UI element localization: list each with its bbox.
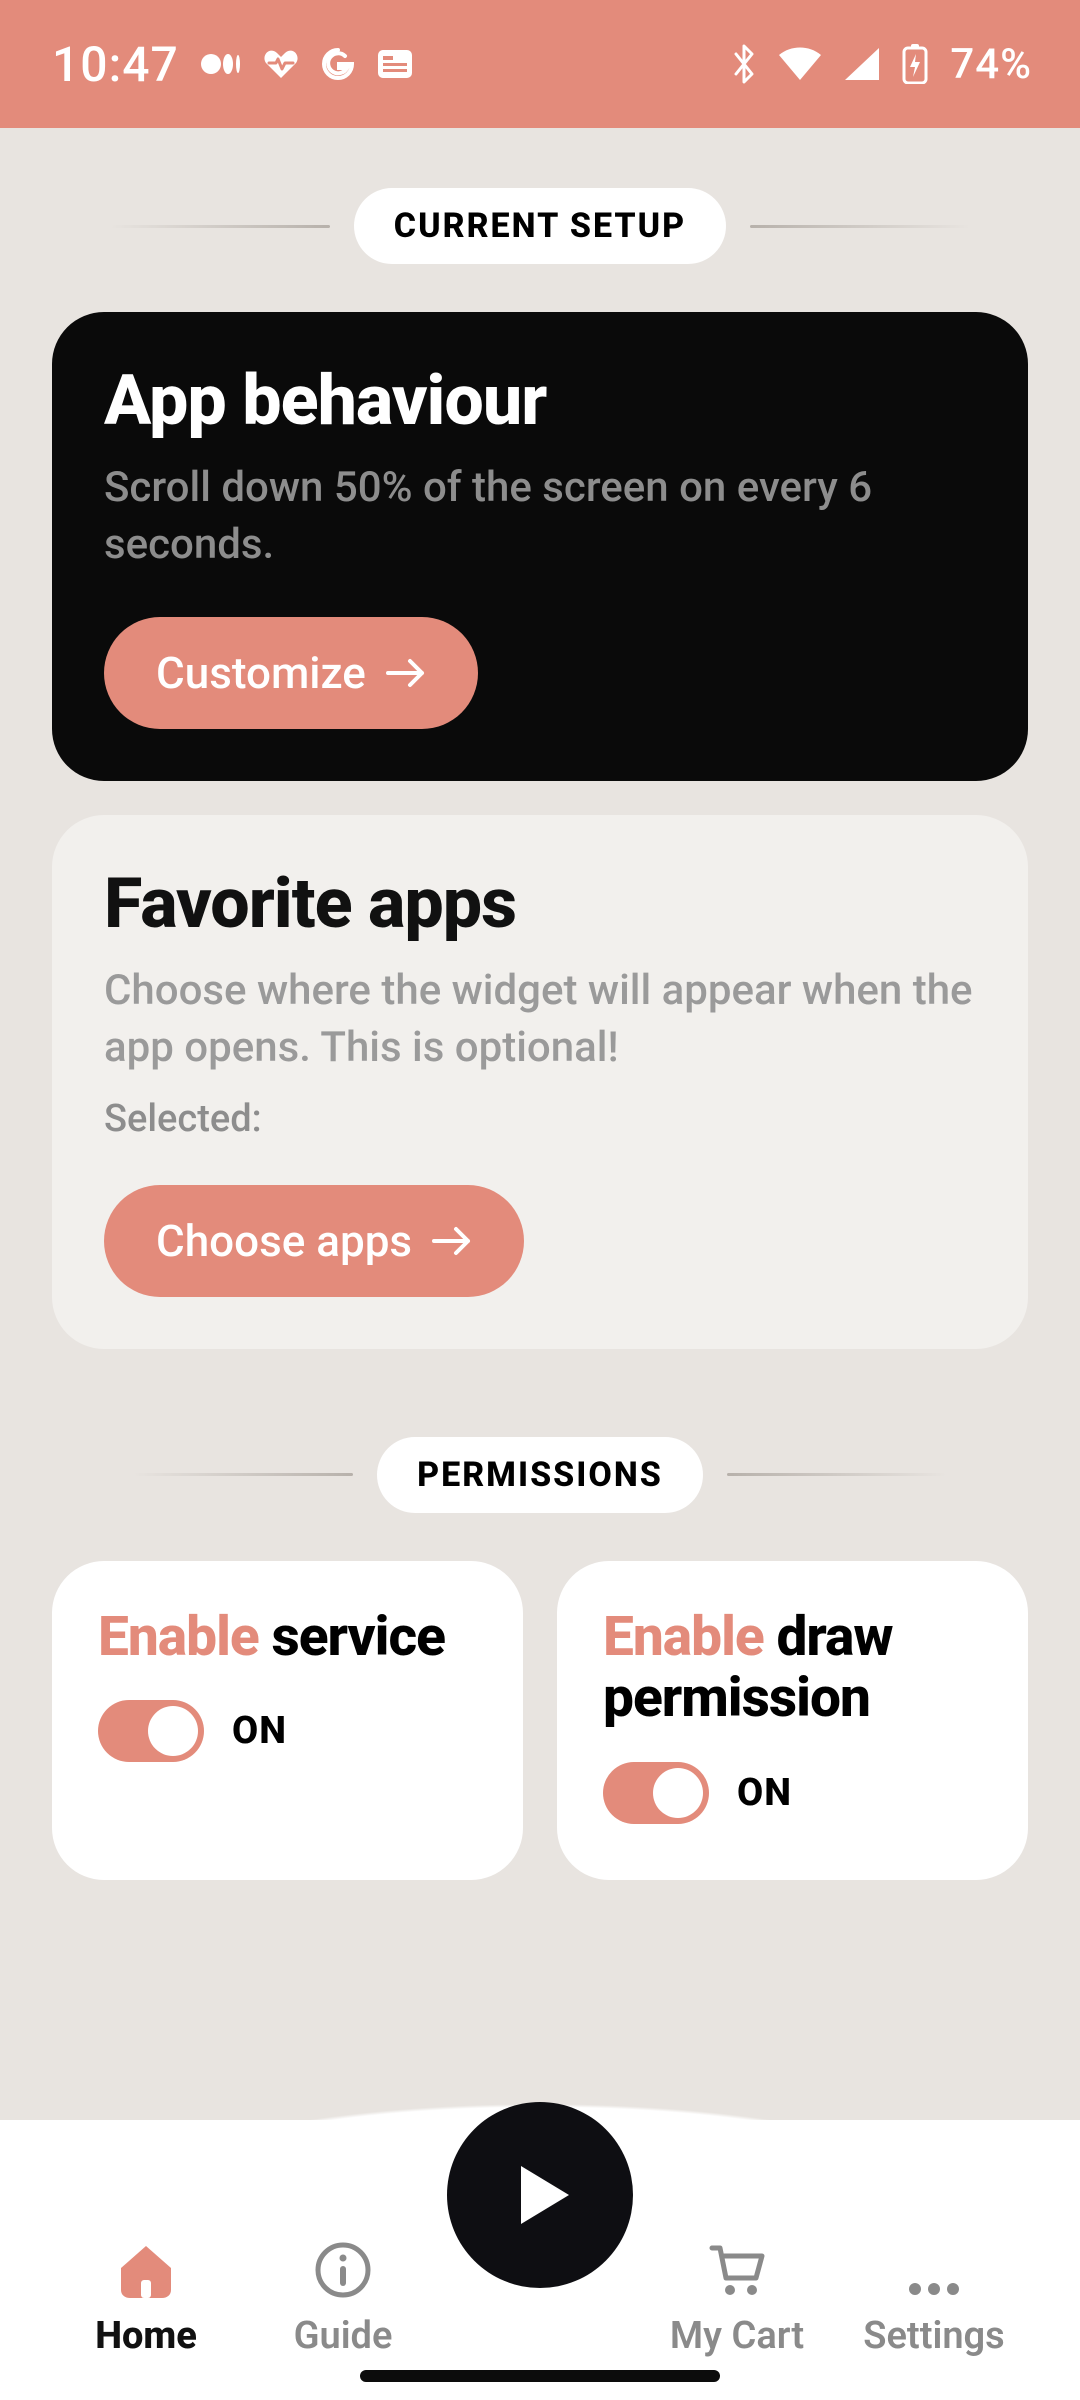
enable-draw-state: ON xyxy=(737,1771,792,1815)
section-label: PERMISSIONS xyxy=(377,1437,703,1513)
play-fab[interactable] xyxy=(447,2102,633,2288)
arrow-right-icon xyxy=(432,1226,472,1256)
bottom-navigation: Home Guide My Cart Settings xyxy=(0,2080,1080,2400)
app-behaviour-subtitle: Scroll down 50% of the screen on every 6… xyxy=(104,460,976,573)
app-behaviour-title: App behaviour xyxy=(104,360,976,442)
wifi-icon xyxy=(778,47,822,81)
nav-cart[interactable]: My Cart xyxy=(647,2240,827,2358)
google-g-icon xyxy=(321,47,355,81)
divider-left xyxy=(110,225,330,228)
nav-home[interactable]: Home xyxy=(56,2242,236,2358)
status-bar-right: 74% xyxy=(732,40,1032,89)
favorite-apps-subtitle: Choose where the widget will appear when… xyxy=(104,963,976,1076)
enable-draw-title: Enable draw permission xyxy=(603,1607,982,1730)
battery-icon xyxy=(902,44,928,84)
permissions-row: Enable service ON Enable draw permission… xyxy=(52,1561,1028,1880)
cart-icon xyxy=(706,2240,768,2300)
nav-settings[interactable]: Settings xyxy=(844,2278,1024,2358)
google-news-icon xyxy=(377,49,413,79)
nav-settings-label: Settings xyxy=(863,2314,1004,2358)
enable-service-card: Enable service ON xyxy=(52,1561,523,1880)
info-icon xyxy=(313,2240,373,2300)
battery-percentage: 74% xyxy=(950,40,1032,89)
favorite-apps-card: Favorite apps Choose where the widget wi… xyxy=(52,815,1028,1348)
enable-service-toggle-row: ON xyxy=(98,1700,477,1762)
section-header-setup: CURRENT SETUP xyxy=(52,188,1028,264)
choose-apps-button-label: Choose apps xyxy=(156,1215,412,1267)
bluetooth-icon xyxy=(732,44,756,84)
enable-service-state: ON xyxy=(232,1709,287,1753)
nav-guide[interactable]: Guide xyxy=(253,2240,433,2358)
screen: 10:47 xyxy=(0,0,1080,2400)
section-header-permissions: PERMISSIONS xyxy=(52,1437,1028,1513)
play-icon xyxy=(505,2160,575,2230)
enable-service-toggle[interactable] xyxy=(98,1700,204,1762)
enable-draw-card: Enable draw permission ON xyxy=(557,1561,1028,1880)
choose-apps-button[interactable]: Choose apps xyxy=(104,1185,524,1297)
home-icon xyxy=(116,2242,176,2300)
toggle-knob xyxy=(653,1768,703,1818)
arrow-right-icon xyxy=(386,658,426,688)
heart-rate-icon xyxy=(263,49,299,79)
enable-draw-toggle-row: ON xyxy=(603,1762,982,1824)
customize-button[interactable]: Customize xyxy=(104,617,478,729)
toggle-knob xyxy=(148,1706,198,1756)
app-behaviour-card: App behaviour Scroll down 50% of the scr… xyxy=(52,312,1028,781)
enable-draw-toggle[interactable] xyxy=(603,1762,709,1824)
divider-right xyxy=(727,1473,947,1476)
more-icon xyxy=(903,2278,965,2300)
section-label: CURRENT SETUP xyxy=(354,188,726,264)
status-bar: 10:47 xyxy=(0,0,1080,128)
divider-right xyxy=(750,225,970,228)
enable-service-title: Enable service xyxy=(98,1607,477,1669)
favorite-selected-label: Selected: xyxy=(104,1097,976,1141)
divider-left xyxy=(133,1473,353,1476)
nav-guide-label: Guide xyxy=(294,2314,393,2358)
nav-cart-label: My Cart xyxy=(670,2314,804,2358)
status-time: 10:47 xyxy=(52,36,179,93)
status-bar-left: 10:47 xyxy=(52,36,413,93)
customize-button-label: Customize xyxy=(156,647,366,699)
cell-signal-icon xyxy=(844,47,880,81)
medium-icon xyxy=(201,52,241,76)
favorite-apps-title: Favorite apps xyxy=(104,863,976,945)
nav-home-label: Home xyxy=(95,2314,197,2358)
